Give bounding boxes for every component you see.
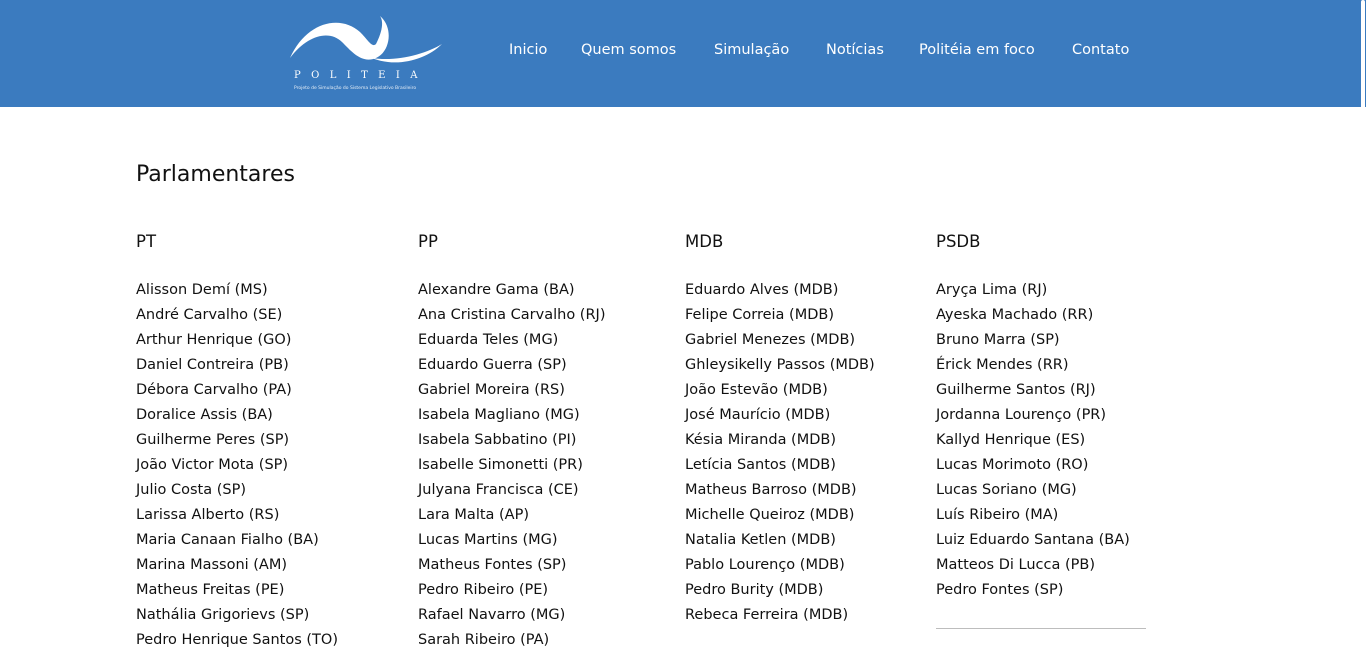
party-heading: MDB bbox=[685, 232, 724, 251]
member-link[interactable]: Rafael Navarro (MG) bbox=[418, 603, 605, 628]
site-header: POLITEIA Projeto de Simulação do Sistema… bbox=[0, 0, 1366, 107]
member-link[interactable]: Pedro Ribeiro (PE) bbox=[418, 578, 605, 603]
member-link[interactable]: Érick Mendes (RR) bbox=[936, 353, 1130, 378]
nav-quem-somos[interactable]: Quem somos bbox=[581, 42, 676, 58]
member-link[interactable]: Michelle Queiroz (MDB) bbox=[685, 503, 875, 528]
member-link[interactable]: Sarah Ribeiro (PA) bbox=[418, 628, 605, 653]
party-column-mdb: MDB Eduardo Alves (MDB) Felipe Correia (… bbox=[685, 232, 875, 634]
member-link[interactable]: João Victor Mota (SP) bbox=[136, 453, 338, 478]
member-link[interactable]: Eduardo Guerra (SP) bbox=[418, 353, 605, 378]
party-heading: PP bbox=[418, 232, 438, 251]
member-link[interactable]: Pedro Burity (MDB) bbox=[685, 578, 875, 603]
logo-tagline: Projeto de Simulação do Sistema Legislat… bbox=[294, 86, 417, 91]
member-link[interactable]: Matheus Fontes (SP) bbox=[418, 553, 605, 578]
member-link[interactable]: Kallyd Henrique (ES) bbox=[936, 428, 1130, 453]
member-link[interactable]: Gabriel Menezes (MDB) bbox=[685, 328, 875, 353]
member-link[interactable]: Isabelle Simonetti (PR) bbox=[418, 453, 605, 478]
page-title: Parlamentares bbox=[136, 162, 295, 187]
member-link[interactable]: José Maurício (MDB) bbox=[685, 403, 875, 428]
member-link[interactable]: Eduarda Teles (MG) bbox=[418, 328, 605, 353]
member-link[interactable]: Isabela Magliano (MG) bbox=[418, 403, 605, 428]
member-link[interactable]: Késia Miranda (MDB) bbox=[685, 428, 875, 453]
member-link[interactable]: Julyana Francisca (CE) bbox=[418, 478, 605, 503]
member-link[interactable]: Lucas Soriano (MG) bbox=[936, 478, 1130, 503]
member-link[interactable]: Débora Carvalho (PA) bbox=[136, 378, 338, 403]
member-link[interactable]: Guilherme Santos (RJ) bbox=[936, 378, 1130, 403]
party-heading: PT bbox=[136, 232, 157, 251]
member-link[interactable]: Alexandre Gama (BA) bbox=[418, 278, 605, 303]
member-link[interactable]: Luís Ribeiro (MA) bbox=[936, 503, 1130, 528]
member-link[interactable]: Gabriel Moreira (RS) bbox=[418, 378, 605, 403]
member-link[interactable]: João Estevão (MDB) bbox=[685, 378, 875, 403]
member-link[interactable]: Marina Massoni (AM) bbox=[136, 553, 338, 578]
member-link[interactable]: Letícia Santos (MDB) bbox=[685, 453, 875, 478]
member-link[interactable]: Pedro Henrique Santos (TO) bbox=[136, 628, 338, 653]
member-link[interactable]: Ghleysikelly Passos (MDB) bbox=[685, 353, 875, 378]
member-link[interactable]: Arthur Henrique (GO) bbox=[136, 328, 338, 353]
member-link[interactable]: Pablo Lourenço (MDB) bbox=[685, 553, 875, 578]
member-link[interactable]: Natalia Ketlen (MDB) bbox=[685, 528, 875, 553]
member-link[interactable]: Rebeca Ferreira (MDB) bbox=[685, 603, 875, 628]
nav-noticias[interactable]: Notícias bbox=[826, 42, 884, 58]
member-link[interactable]: Ana Cristina Carvalho (RJ) bbox=[418, 303, 605, 328]
member-link[interactable]: Matteos Di Lucca (PB) bbox=[936, 553, 1130, 578]
member-link[interactable]: Alisson Demí (MS) bbox=[136, 278, 338, 303]
party-heading: PSDB bbox=[936, 232, 981, 251]
member-link[interactable]: Felipe Correia (MDB) bbox=[685, 303, 875, 328]
nav-politeia-em-foco[interactable]: Politéia em foco bbox=[919, 42, 1035, 58]
member-link[interactable]: Eduardo Alves (MDB) bbox=[685, 278, 875, 303]
member-link[interactable]: Lucas Morimoto (RO) bbox=[936, 453, 1130, 478]
party-column-psdb: PSDB Aryça Lima (RJ) Ayeska Machado (RR)… bbox=[936, 232, 1130, 609]
member-link[interactable]: Bruno Marra (SP) bbox=[936, 328, 1130, 353]
member-link[interactable]: Jordanna Lourenço (PR) bbox=[936, 403, 1130, 428]
party-column-pp: PP Alexandre Gama (BA) Ana Cristina Carv… bbox=[418, 232, 605, 659]
party-column-pt: PT Alisson Demí (MS) André Carvalho (SE)… bbox=[136, 232, 338, 659]
member-link[interactable]: Maria Canaan Fialho (BA) bbox=[136, 528, 338, 553]
member-link[interactable]: Luiz Eduardo Santana (BA) bbox=[936, 528, 1130, 553]
member-link[interactable]: Aryça Lima (RJ) bbox=[936, 278, 1130, 303]
scrollbar-thumb[interactable] bbox=[1361, 0, 1365, 162]
section-divider bbox=[936, 628, 1146, 629]
nav-inicio[interactable]: Inicio bbox=[509, 42, 547, 58]
member-link[interactable]: Lucas Martins (MG) bbox=[418, 528, 605, 553]
nav-contato[interactable]: Contato bbox=[1072, 42, 1129, 58]
member-link[interactable]: André Carvalho (SE) bbox=[136, 303, 338, 328]
member-link[interactable]: Matheus Freitas (PE) bbox=[136, 578, 338, 603]
member-link[interactable]: Pedro Fontes (SP) bbox=[936, 578, 1130, 603]
politeia-logo[interactable]: POLITEIA Projeto de Simulação do Sistema… bbox=[286, 14, 446, 96]
nav-simulacao[interactable]: Simulação bbox=[714, 42, 789, 58]
member-link[interactable]: Lara Malta (AP) bbox=[418, 503, 605, 528]
member-link[interactable]: Julio Costa (SP) bbox=[136, 478, 338, 503]
member-link[interactable]: Doralice Assis (BA) bbox=[136, 403, 338, 428]
logo-wordmark: POLITEIA bbox=[294, 70, 428, 81]
member-link[interactable]: Ayeska Machado (RR) bbox=[936, 303, 1130, 328]
member-link[interactable]: Larissa Alberto (RS) bbox=[136, 503, 338, 528]
member-link[interactable]: Daniel Contreira (PB) bbox=[136, 353, 338, 378]
member-link[interactable]: Guilherme Peres (SP) bbox=[136, 428, 338, 453]
logo-swoosh-icon bbox=[290, 16, 442, 63]
member-link[interactable]: Nathália Grigorievs (SP) bbox=[136, 603, 338, 628]
member-link[interactable]: Isabela Sabbatino (PI) bbox=[418, 428, 605, 453]
member-link[interactable]: Matheus Barroso (MDB) bbox=[685, 478, 875, 503]
